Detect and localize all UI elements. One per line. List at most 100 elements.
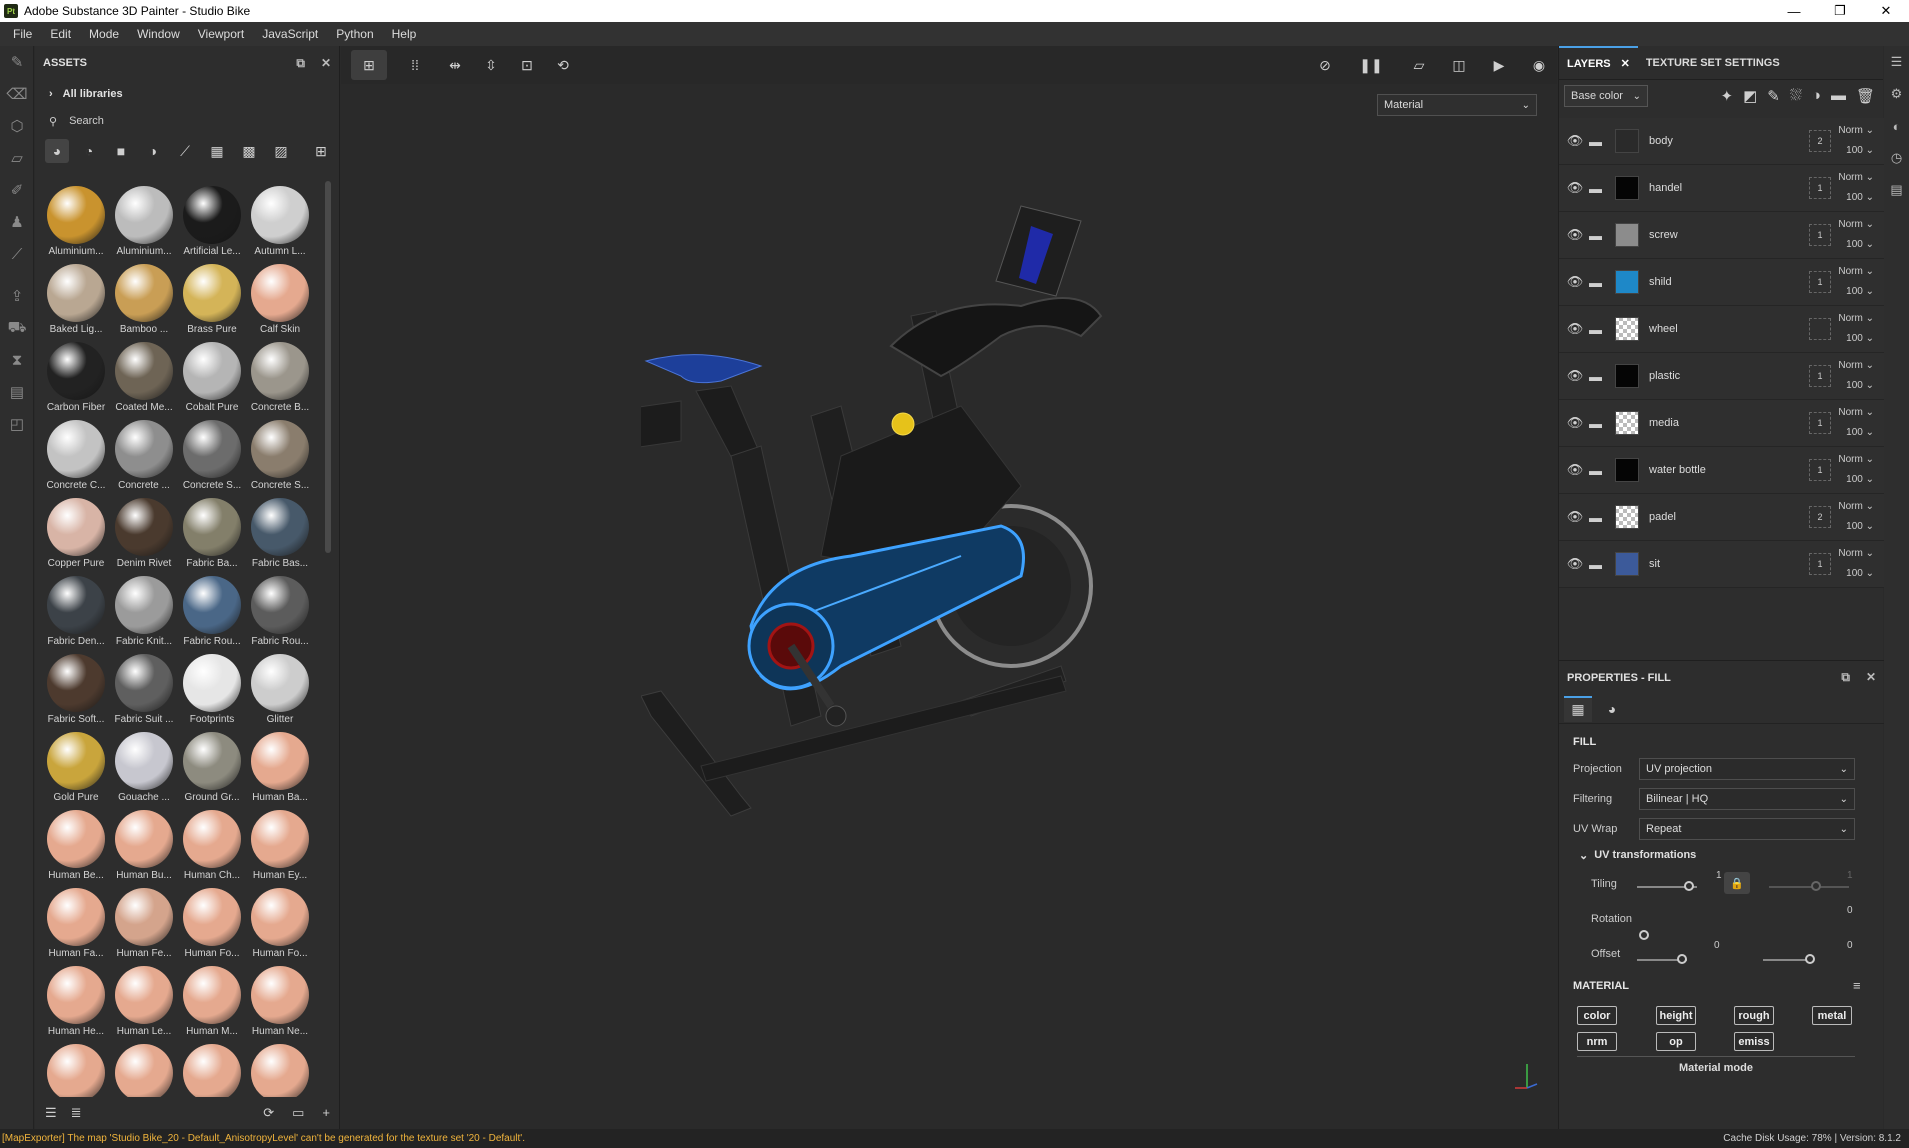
eye-visibility-icon[interactable]: 👁	[1563, 556, 1587, 572]
layer-blend[interactable]: Norm ⌄ 100 ⌄	[1838, 544, 1874, 584]
asset-item[interactable]: Concrete ...	[110, 416, 178, 494]
viewport-hscrollbar[interactable]	[341, 1121, 1557, 1127]
blend-mode[interactable]: Norm	[1838, 266, 1862, 277]
asset-item[interactable]: Concrete S...	[178, 416, 246, 494]
asset-item[interactable]: Fabric Ba...	[178, 494, 246, 572]
layer-mask-slot[interactable]	[1809, 318, 1831, 340]
layer-row[interactable]: 👁 ▬ media 1 Norm ⌄ 100 ⌄	[1559, 400, 1884, 447]
layer-mask-slot[interactable]: 1	[1809, 553, 1831, 575]
eye-visibility-icon[interactable]: 👁	[1563, 180, 1587, 196]
asset-item[interactable]: Concrete C...	[42, 416, 110, 494]
blend-mode[interactable]: Norm	[1838, 407, 1862, 418]
smudge-icon[interactable]: ✐	[0, 174, 34, 206]
offset-slider-knob-2[interactable]	[1805, 954, 1815, 964]
asset-item[interactable]: Gouache ...	[110, 728, 178, 806]
screenshot-camera-icon[interactable]: ◉	[1521, 50, 1557, 80]
layer-blend[interactable]: Norm ⌄ 100 ⌄	[1838, 403, 1874, 443]
refresh-icon[interactable]: ⟳	[263, 1105, 274, 1121]
layer-mask-slot[interactable]: 2	[1809, 130, 1831, 152]
new-folder-icon[interactable]: ▭	[292, 1105, 304, 1121]
asset-item[interactable]: Human Bu...	[110, 806, 178, 884]
perspective-icon[interactable]: ▱	[1401, 50, 1437, 80]
bake-icon[interactable]: ⛟	[0, 312, 34, 344]
layer-row[interactable]: 👁 ▬ sit 1 Norm ⌄ 100 ⌄	[1559, 541, 1884, 588]
polygon-fill-icon[interactable]: ▱	[0, 142, 34, 174]
export-icon[interactable]: ⇪	[0, 280, 34, 312]
layer-mask-slot[interactable]: 1	[1809, 412, 1831, 434]
layer-mask-slot[interactable]: 1	[1809, 224, 1831, 246]
layer-blend[interactable]: Norm ⌄ 100 ⌄	[1838, 215, 1874, 255]
hide-icon[interactable]: ⊘	[1307, 50, 1343, 80]
material-sphere-icon[interactable]: ◕	[1598, 696, 1626, 722]
layer-blend[interactable]: Norm ⌄ 100 ⌄	[1838, 121, 1874, 161]
asset-item[interactable]	[246, 1040, 314, 1097]
rotation-slider-knob[interactable]	[1639, 930, 1649, 940]
close-icon[interactable]: ✕	[1621, 57, 1630, 70]
layer-row[interactable]: 👁 ▬ shild 1 Norm ⌄ 100 ⌄	[1559, 259, 1884, 306]
tab-texture-set-settings[interactable]: TEXTURE SET SETTINGS	[1638, 46, 1788, 80]
menu-viewport[interactable]: Viewport	[189, 27, 253, 41]
blend-mode[interactable]: Norm	[1838, 454, 1862, 465]
log-panel-icon[interactable]: ▤	[1884, 174, 1909, 206]
projection-icon[interactable]: ⬡	[0, 110, 34, 142]
asset-item[interactable]: Human Ba...	[246, 728, 314, 806]
asset-item[interactable]: Fabric Soft...	[42, 650, 110, 728]
menu-mode[interactable]: Mode	[80, 27, 128, 41]
asset-item[interactable]: Carbon Fiber	[42, 338, 110, 416]
eye-visibility-icon[interactable]: 👁	[1563, 321, 1587, 337]
selection-mode-icon[interactable]: ⊞	[351, 50, 387, 80]
asset-item[interactable]: Denim Rivet	[110, 494, 178, 572]
blend-mode[interactable]: Norm	[1838, 125, 1862, 136]
layer-opacity[interactable]: 100	[1846, 286, 1863, 297]
asset-item[interactable]: Gold Pure	[42, 728, 110, 806]
asset-item[interactable]: Human Ey...	[246, 806, 314, 884]
settings-panel-icon[interactable]: ⚙	[1884, 78, 1909, 110]
layer-opacity[interactable]: 100	[1846, 380, 1863, 391]
layer-blend[interactable]: Norm ⌄ 100 ⌄	[1838, 168, 1874, 208]
eye-visibility-icon[interactable]: 👁	[1563, 415, 1587, 431]
clone-stamp-icon[interactable]: ♟	[0, 206, 34, 238]
asset-item[interactable]: Baked Lig...	[42, 260, 110, 338]
smart-mask-icon[interactable]: ◑	[1812, 87, 1821, 105]
add-icon[interactable]: +	[322, 1105, 330, 1121]
asset-item[interactable]: Fabric Bas...	[246, 494, 314, 572]
uv-transformations-toggle[interactable]: ⌄ UV transformations	[1559, 844, 1884, 866]
menu-edit[interactable]: Edit	[41, 27, 80, 41]
asset-item[interactable]: Human Fe...	[110, 884, 178, 962]
close-icon[interactable]: ✕	[321, 56, 331, 71]
layer-row[interactable]: 👁 ▬ handel 1 Norm ⌄ 100 ⌄	[1559, 165, 1884, 212]
asset-item[interactable]: Aluminium...	[42, 182, 110, 260]
asset-item[interactable]: Human Fo...	[178, 884, 246, 962]
cube-icon[interactable]: ◰	[0, 408, 34, 440]
mirror-y-icon[interactable]: ⇳	[473, 50, 509, 80]
filtering-dropdown[interactable]: Bilinear | HQ ⌄	[1639, 788, 1855, 810]
projection-dropdown[interactable]: UV projection ⌄	[1639, 758, 1855, 780]
brushes-filter-icon[interactable]: ⟋	[173, 139, 197, 163]
history-icon[interactable]: ⟲	[545, 50, 581, 80]
layer-mask-slot[interactable]: 1	[1809, 177, 1831, 199]
channel-op-button[interactable]: op	[1656, 1032, 1696, 1051]
layer-blend[interactable]: Norm ⌄ 100 ⌄	[1838, 309, 1874, 349]
generators-filter-icon[interactable]: ◑	[141, 139, 165, 163]
asset-item[interactable]: Aluminium...	[110, 182, 178, 260]
asset-item[interactable]: Human Fa...	[42, 884, 110, 962]
tiling-slider-knob[interactable]	[1684, 881, 1694, 891]
add-paint-layer-icon[interactable]: ✎	[1767, 87, 1780, 105]
blend-mode[interactable]: Norm	[1838, 548, 1862, 559]
layer-opacity[interactable]: 100	[1846, 192, 1863, 203]
paint-brush-icon[interactable]: ✎	[0, 46, 34, 78]
asset-item[interactable]: Calf Skin	[246, 260, 314, 338]
asset-item[interactable]: Fabric Den...	[42, 572, 110, 650]
blend-mode[interactable]: Norm	[1838, 313, 1862, 324]
layers-panel-icon[interactable]: ☰	[1884, 46, 1909, 78]
add-mask-icon[interactable]: ◩	[1743, 87, 1757, 105]
asset-item[interactable]: Human Fo...	[246, 884, 314, 962]
smart-materials-filter-icon[interactable]: ◔	[77, 139, 101, 163]
channel-rough-button[interactable]: rough	[1734, 1006, 1774, 1025]
eye-visibility-icon[interactable]: 👁	[1563, 509, 1587, 525]
layer-opacity[interactable]: 100	[1846, 239, 1863, 250]
menu-help[interactable]: Help	[383, 27, 426, 41]
add-folder-icon[interactable]: ▬	[1831, 87, 1846, 105]
asset-item[interactable]: Bamboo ...	[110, 260, 178, 338]
filter-list-icon[interactable]: ≣	[71, 1105, 82, 1121]
